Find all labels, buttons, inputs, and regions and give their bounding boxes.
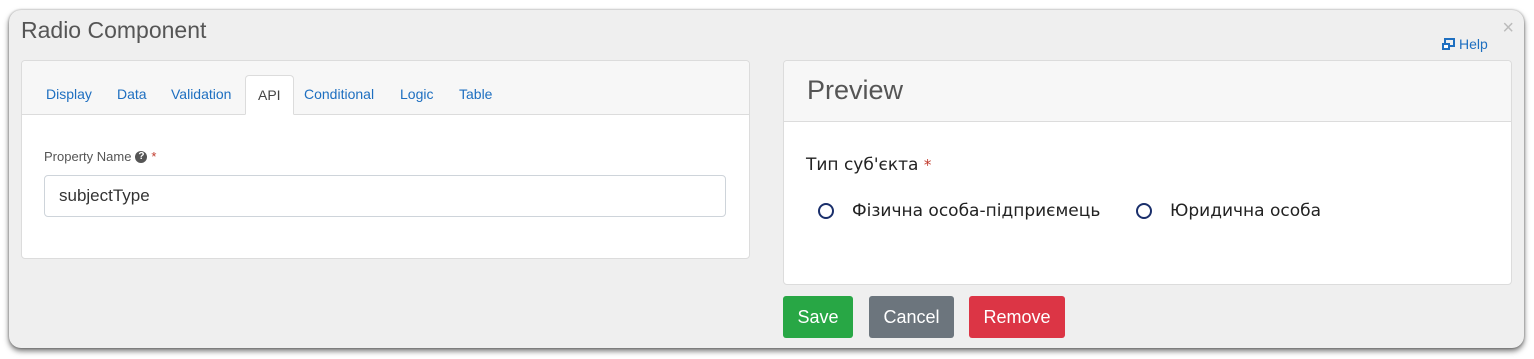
radio-label-text: Тип суб'єкта <box>806 155 919 175</box>
radio-group-label: Тип суб'єкта * <box>806 155 931 175</box>
radio-option-individual[interactable]: Фізична особа-підприємець <box>818 201 1100 221</box>
help-link[interactable]: Help <box>1441 36 1488 52</box>
radio-option-label[interactable]: Фізична особа-підприємець <box>852 201 1100 221</box>
tab-api[interactable]: API <box>245 75 294 115</box>
cancel-button[interactable]: Cancel <box>869 296 954 338</box>
property-name-label: Property Name ? * <box>44 149 156 164</box>
tab-validation[interactable]: Validation <box>159 75 243 114</box>
dialog-title: Radio Component <box>21 17 207 43</box>
settings-card: Display Data Validation API Conditional … <box>21 60 750 259</box>
help-label[interactable]: Help <box>1459 36 1488 52</box>
radio-button[interactable] <box>818 203 834 219</box>
remove-button[interactable]: Remove <box>969 296 1065 338</box>
radio-option-label[interactable]: Юридична особа <box>1170 201 1321 221</box>
preview-header: Preview <box>784 61 1511 122</box>
tab-conditional[interactable]: Conditional <box>292 75 386 114</box>
close-icon[interactable]: × <box>1502 18 1514 38</box>
question-circle-icon[interactable]: ? <box>135 150 148 163</box>
settings-tabs: Display Data Validation API Conditional … <box>22 61 749 115</box>
radio-button[interactable] <box>1136 203 1152 219</box>
preview-title: Preview <box>807 75 904 105</box>
tab-display[interactable]: Display <box>34 75 104 114</box>
property-name-text: Property Name <box>44 149 132 164</box>
component-edit-dialog: Radio Component × Help Display Data Vali… <box>9 10 1524 348</box>
property-name-input[interactable] <box>44 175 726 217</box>
tab-data[interactable]: Data <box>105 75 159 114</box>
external-link-icon <box>1442 37 1455 50</box>
tab-logic[interactable]: Logic <box>388 75 445 114</box>
save-button[interactable]: Save <box>783 296 853 338</box>
tab-table[interactable]: Table <box>447 75 504 114</box>
required-marker: * <box>923 156 932 174</box>
preview-card: Preview Тип суб'єкта * Фізична особа-під… <box>783 60 1512 285</box>
required-marker: * <box>151 149 157 164</box>
radio-option-legal-entity[interactable]: Юридична особа <box>1136 201 1321 221</box>
